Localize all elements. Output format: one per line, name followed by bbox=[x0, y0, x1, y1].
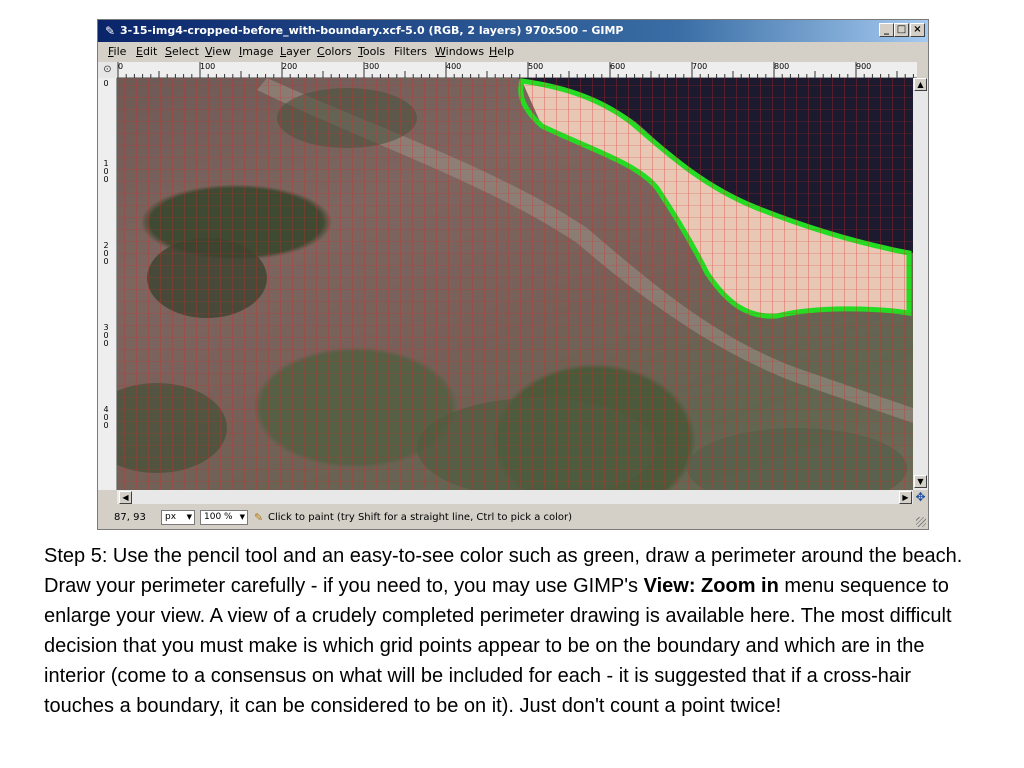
menu-select[interactable]: Select bbox=[163, 42, 201, 62]
menu-help[interactable]: Help bbox=[487, 42, 516, 62]
menu-image[interactable]: Image bbox=[237, 42, 275, 62]
status-message: Click to paint (try Shift for a straight… bbox=[268, 512, 573, 523]
menu-layer[interactable]: Layer bbox=[278, 42, 313, 62]
window-title: 3-15-img4-cropped-before_with-boundary.x… bbox=[120, 24, 624, 37]
ruler-label: 1 0 0 bbox=[103, 159, 109, 184]
navigate-icon[interactable]: ✥ bbox=[913, 490, 928, 504]
scroll-right-button[interactable]: ▶ bbox=[899, 491, 912, 504]
quick-mask-toggle[interactable]: ⊙ bbox=[98, 62, 117, 78]
top-ruler[interactable]: 0 100 200 300 400 500 600 700 800 900 bbox=[117, 62, 917, 78]
menu-colors[interactable]: Colors bbox=[315, 42, 353, 62]
pointer-coordinates: 87, 93 bbox=[114, 512, 146, 523]
ruler-ticks bbox=[117, 62, 914, 78]
menu-file[interactable]: File bbox=[106, 42, 128, 62]
status-bar: 87, 93 px ▼ 100 % ▼ ✎ Click to paint (try … bbox=[98, 507, 928, 529]
ruler-label: 0 bbox=[103, 79, 109, 88]
close-button[interactable]: × bbox=[910, 23, 925, 37]
scroll-down-button[interactable]: ▼ bbox=[914, 475, 927, 488]
minimize-button[interactable]: _ bbox=[879, 23, 894, 37]
scroll-up-button[interactable]: ▲ bbox=[914, 78, 927, 91]
pencil-icon: ✎ bbox=[254, 511, 264, 524]
ruler-label: 3 0 0 bbox=[103, 323, 109, 348]
menu-windows[interactable]: Windows bbox=[433, 42, 486, 62]
gimp-app-icon: ✎ bbox=[104, 24, 116, 38]
chevron-down-icon: ▼ bbox=[186, 513, 192, 521]
menu-edit[interactable]: Edit bbox=[134, 42, 159, 62]
chevron-down-icon: ▼ bbox=[239, 513, 245, 521]
menu-filters[interactable]: Filters bbox=[392, 42, 429, 62]
ruler-label: 4 0 0 bbox=[103, 405, 109, 430]
ruler-label: 2 0 0 bbox=[103, 241, 109, 266]
maximize-button[interactable]: □ bbox=[894, 23, 909, 37]
title-bar[interactable]: ✎ 3-15-img4-cropped-before_with-boundary… bbox=[98, 20, 928, 42]
gimp-window: ✎ 3-15-img4-cropped-before_with-boundary… bbox=[97, 19, 929, 530]
grid-crosshairs bbox=[117, 78, 913, 490]
left-ruler[interactable]: 0 1 0 0 2 0 0 3 0 0 4 0 0 bbox=[98, 78, 117, 490]
caption-bold: View: Zoom in bbox=[643, 575, 779, 597]
caption-text: Step 5: Use the pencil tool and an easy-… bbox=[44, 541, 984, 721]
vertical-scrollbar[interactable]: ▲ ▼ bbox=[913, 78, 928, 490]
menu-tools[interactable]: Tools bbox=[356, 42, 387, 62]
zoom-select[interactable]: 100 % ▼ bbox=[200, 510, 248, 525]
scroll-left-button[interactable]: ◀ bbox=[119, 491, 132, 504]
menu-view[interactable]: View bbox=[203, 42, 233, 62]
unit-select[interactable]: px ▼ bbox=[161, 510, 195, 525]
image-canvas[interactable] bbox=[117, 78, 913, 490]
resize-grip[interactable] bbox=[916, 517, 926, 527]
horizontal-scrollbar[interactable]: ◀ ▶ bbox=[117, 490, 913, 504]
menu-bar: File Edit Select View Image Layer Colors… bbox=[98, 42, 928, 62]
